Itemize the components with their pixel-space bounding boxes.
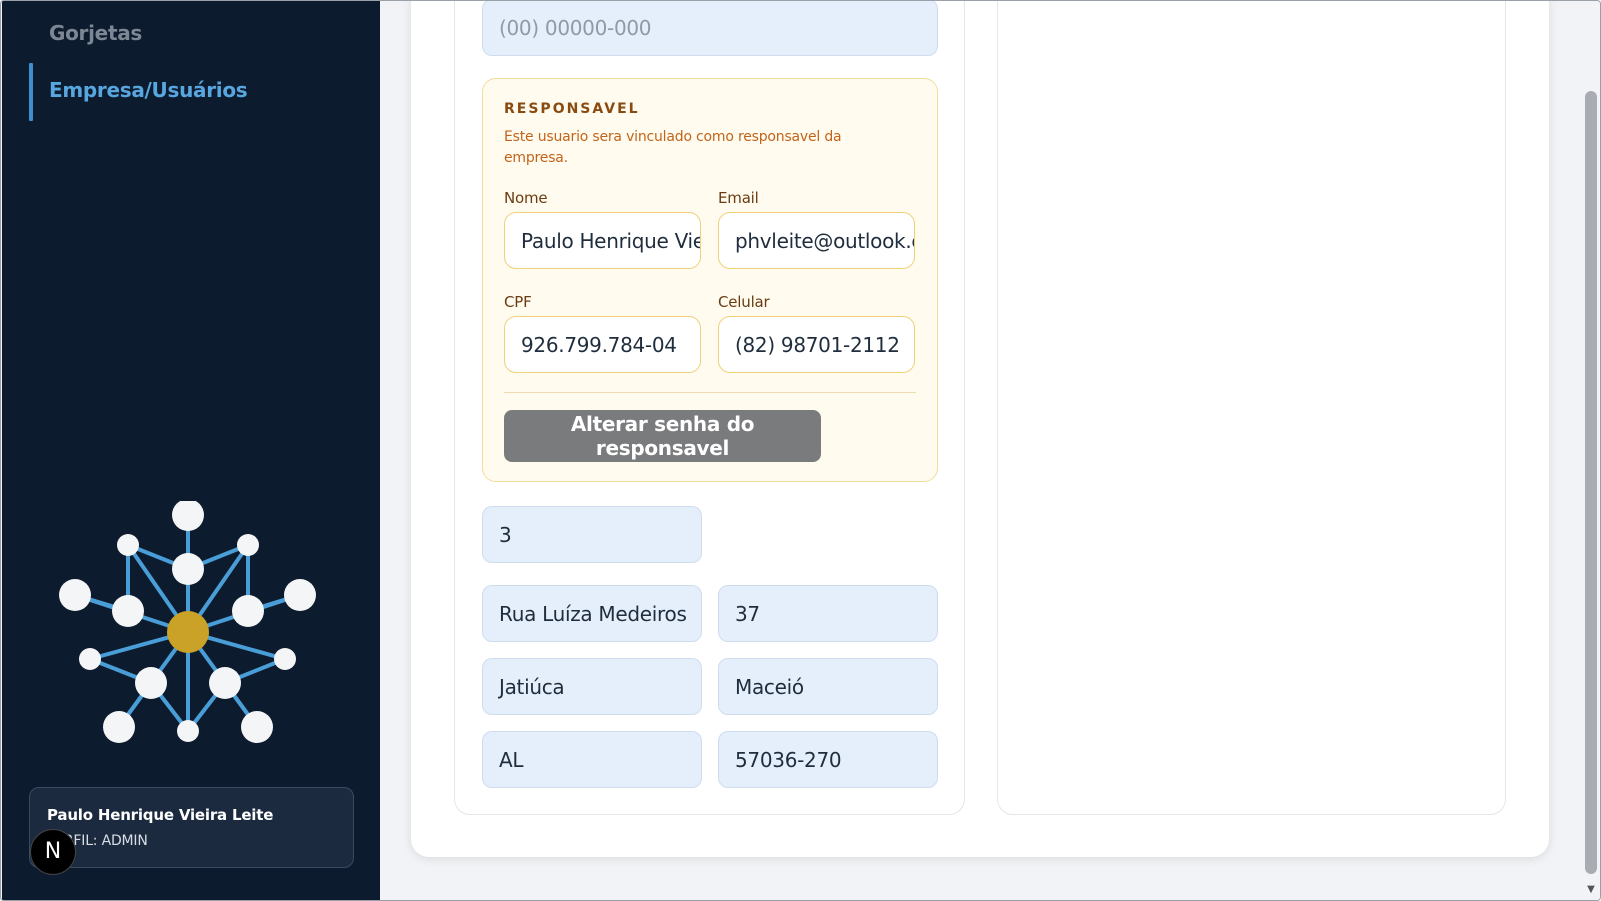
street-field[interactable]: Rua Luíza Medeiros (482, 585, 702, 642)
sidebar-item-gorjetas[interactable]: Gorjetas (49, 21, 142, 45)
dev-badge-icon[interactable]: N (30, 829, 76, 875)
name-label: Nome (504, 189, 548, 207)
responsavel-description: Este usuario sera vinculado como respons… (504, 129, 842, 166)
active-nav-indicator (29, 63, 33, 121)
cep-field[interactable]: 57036-270 (718, 731, 938, 788)
count-field[interactable]: 3 (482, 506, 702, 563)
app-window: Gorjetas Empresa/Usuários Paulo Henrique… (0, 0, 1601, 901)
user-name: Paulo Henrique Vieira Leite (47, 806, 274, 824)
phone-field[interactable]: (00) 00000-000 (482, 1, 938, 56)
email-label: Email (718, 189, 759, 207)
state-field[interactable]: AL (482, 731, 702, 788)
responsavel-cpf-field[interactable]: 926.799.784-04 (504, 316, 701, 373)
responsavel-email-field[interactable]: phvleite@outlook.com (718, 212, 915, 269)
responsavel-celular-field[interactable]: (82) 98701-2112 (718, 316, 915, 373)
change-password-button[interactable]: Alterar senha do responsavel (504, 410, 821, 462)
side-card (997, 1, 1506, 815)
divider (504, 392, 916, 393)
responsavel-title: RESPONSAVEL (504, 101, 640, 117)
scrollbar-thumb[interactable] (1585, 91, 1597, 874)
city-field[interactable]: Maceió (718, 658, 938, 715)
responsavel-name-field[interactable]: Paulo Henrique Vieira Leite (504, 212, 701, 269)
cpf-label: CPF (504, 293, 532, 311)
sidebar-item-empresa-usuarios[interactable]: Empresa/Usuários (49, 78, 248, 102)
scroll-down-icon[interactable]: ▼ (1584, 884, 1598, 896)
responsavel-section: RESPONSAVEL Este usuario sera vinculado … (482, 78, 938, 482)
network-logo-icon (59, 501, 316, 743)
celular-label: Celular (718, 293, 770, 311)
number-field[interactable]: 37 (718, 585, 938, 642)
user-profile-card[interactable]: Paulo Henrique Vieira Leite PERFIL: ADMI… (29, 787, 354, 868)
neighborhood-field[interactable]: Jatiúca (482, 658, 702, 715)
sidebar: Gorjetas Empresa/Usuários Paulo Henrique… (2, 1, 380, 900)
